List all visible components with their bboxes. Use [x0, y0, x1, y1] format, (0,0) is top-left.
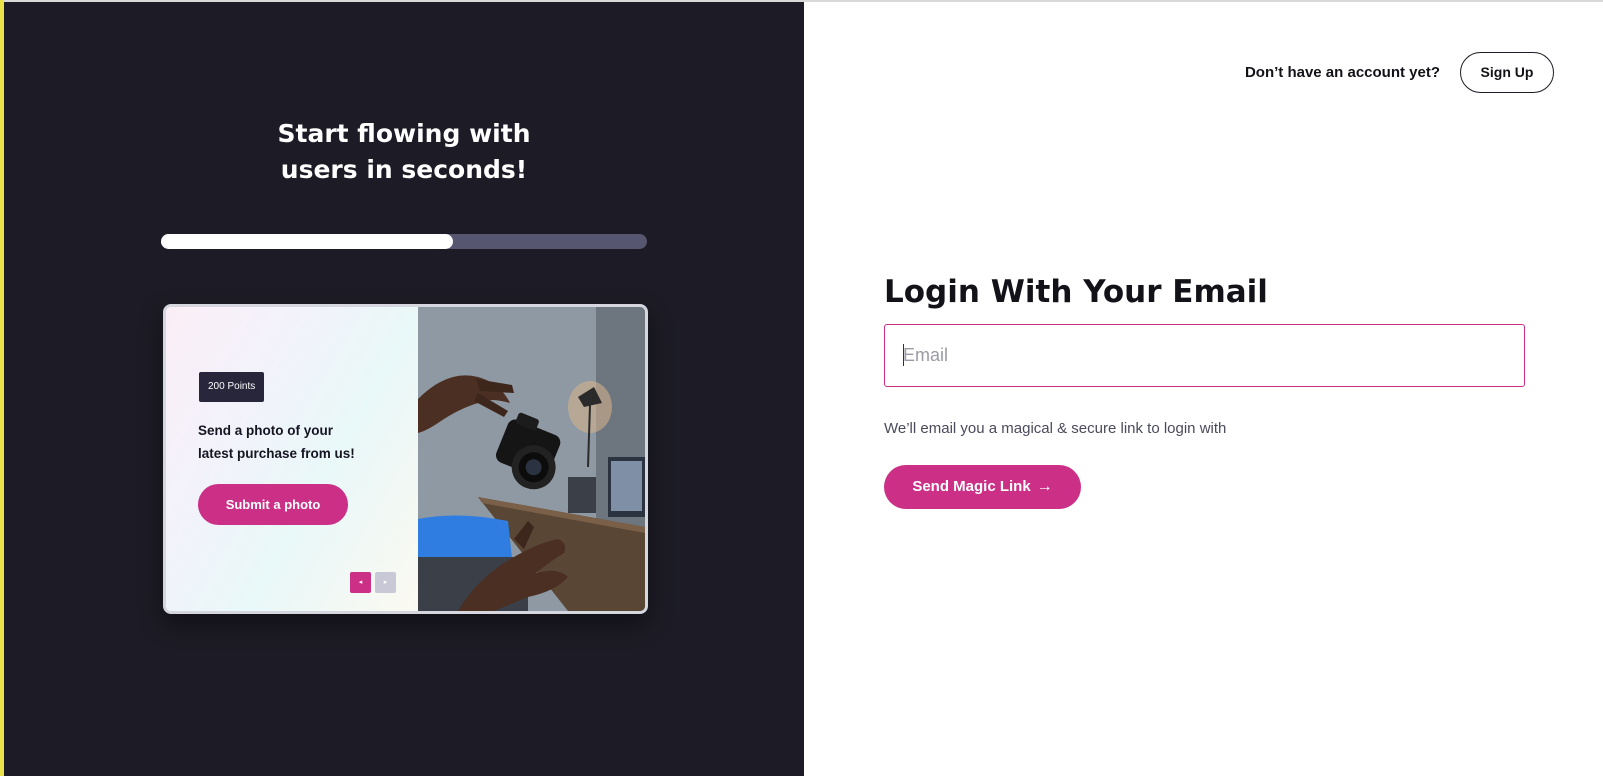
onboarding-title: Start flowing with users in seconds! [277, 119, 531, 184]
arrow-right-icon: → [1036, 478, 1053, 495]
login-page: Start flowing with users in seconds! 200… [0, 0, 1603, 776]
progress-bar-fill [161, 234, 453, 249]
progress-bar [161, 234, 647, 249]
carousel-next-button[interactable]: ▸ [375, 572, 396, 593]
camera-photo [418, 307, 645, 611]
promo-card-text: Send a photo of your latest purchase fro… [198, 423, 355, 461]
send-magic-link-button[interactable]: Send Magic Link → [884, 465, 1081, 509]
sign-up-button[interactable]: Sign Up [1460, 52, 1554, 93]
send-magic-link-label: Send Magic Link [912, 478, 1031, 495]
email-input[interactable] [884, 324, 1525, 387]
promo-card: 200 Points Send a photo of your latest p… [163, 304, 648, 614]
left-edge-accent [0, 0, 4, 776]
login-title: Login With Your Email [884, 274, 1268, 310]
camera-photo-illustration [418, 307, 645, 611]
points-badge: 200 Points [199, 372, 265, 402]
promo-card-content: 200 Points Send a photo of your latest p… [166, 307, 418, 611]
caret-left-icon: ◂ [358, 578, 363, 586]
onboarding-panel: Start flowing with users in seconds! 200… [4, 2, 804, 776]
submit-photo-button[interactable]: Submit a photo [198, 484, 348, 525]
caret-right-icon: ▸ [383, 578, 388, 586]
email-helper-text: We’ll email you a magical & secure link … [884, 420, 1227, 437]
text-cursor [903, 344, 904, 366]
signup-prompt: Don’t have an account yet? [1244, 64, 1440, 81]
carousel-prev-button[interactable]: ◂ [350, 572, 371, 593]
